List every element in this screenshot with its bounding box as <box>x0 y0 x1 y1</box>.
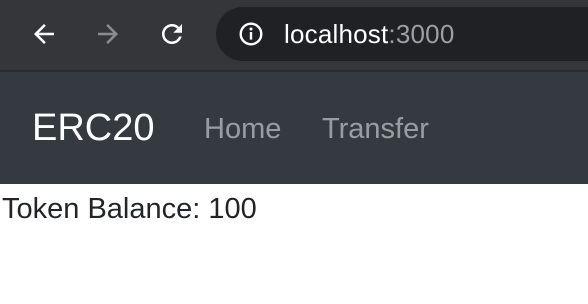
forward-arrow-icon <box>93 19 123 49</box>
nav-link-home[interactable]: Home <box>204 112 281 146</box>
url-text[interactable]: localhost:3000 <box>284 19 455 49</box>
url-port: :3000 <box>388 19 455 49</box>
nav-link-transfer[interactable]: Transfer <box>322 112 429 146</box>
reload-button[interactable] <box>152 14 192 54</box>
reload-icon <box>157 19 187 49</box>
url-host: localhost <box>284 19 389 49</box>
browser-toolbar: localhost:3000 <box>0 0 588 70</box>
token-balance: Token Balance: 100 <box>2 192 257 226</box>
navbar-brand[interactable]: ERC20 <box>32 106 155 150</box>
address-bar[interactable]: localhost:3000 <box>216 7 588 61</box>
back-button[interactable] <box>24 14 64 54</box>
token-balance-label: Token Balance: <box>2 193 209 225</box>
app-navbar: ERC20 Home Transfer <box>0 72 588 184</box>
info-icon[interactable] <box>238 21 264 47</box>
back-arrow-icon <box>29 19 59 49</box>
token-balance-value: 100 <box>208 193 257 225</box>
forward-button[interactable] <box>88 14 128 54</box>
